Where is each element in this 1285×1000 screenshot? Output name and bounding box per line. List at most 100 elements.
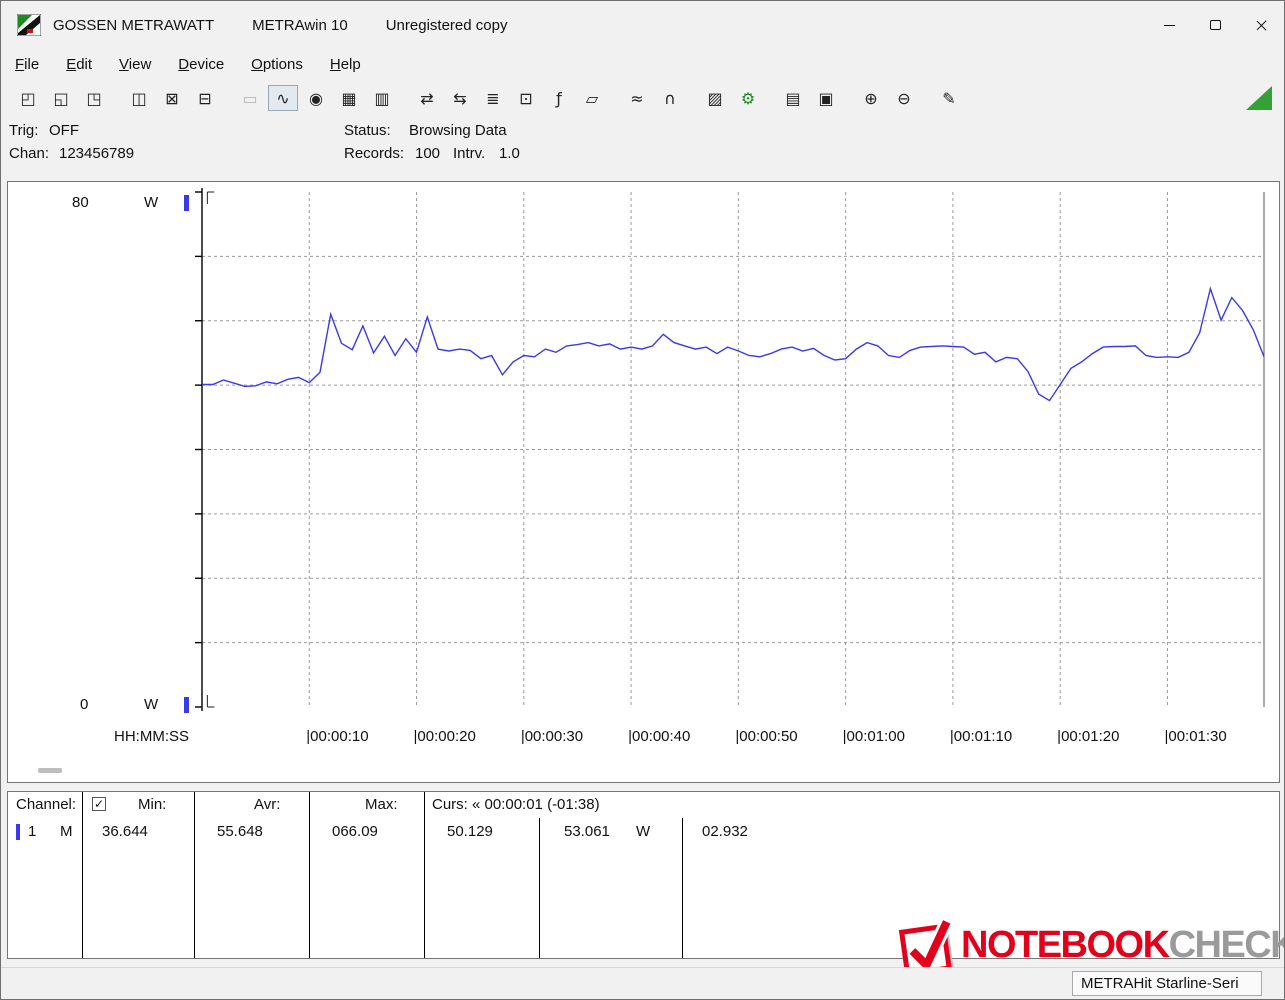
watermark-text-primary: NOTEBOOK	[961, 924, 1169, 966]
menu-edit[interactable]: Edit	[66, 56, 92, 73]
dual-trace-icon[interactable]: ≈	[622, 85, 652, 111]
interval-value: 1.0	[499, 145, 520, 162]
toolbar-group: ▭∿◉▦▥	[235, 85, 397, 111]
card-eject-icon[interactable]: ⊟	[190, 85, 220, 111]
annotation-icon[interactable]: ✎	[934, 85, 964, 111]
cell-delta-value: 02.932	[702, 823, 748, 840]
channel-color-marker-bottom	[184, 697, 189, 713]
toolbar-group: ◫⊠⊟	[124, 85, 220, 111]
menubar: File Edit View Device Options Help	[1, 49, 1284, 80]
toolbar: ◰◱◳ ◫⊠⊟ ▭∿◉▦▥ ⇄⇆≣⊡ƒ▱ ≈∩ ▨⚙ ▤▣ ⊕⊖ ✎	[1, 80, 1284, 116]
app-window: GOSSEN METRAWATT METRAwin 10 Unregistere…	[0, 0, 1285, 1000]
status-label: Status:	[344, 122, 391, 139]
y-axis-unit-top: W	[144, 194, 158, 211]
toolbar-group: ◰◱◳	[13, 85, 109, 111]
trigger-value: OFF	[49, 122, 79, 139]
receive-from-device-icon[interactable]: ⇆	[445, 85, 475, 111]
menu-options[interactable]: Options	[251, 56, 303, 73]
minimize-button[interactable]	[1146, 1, 1192, 49]
watermark-text-secondary: CHECK	[1169, 924, 1285, 966]
menu-device[interactable]: Device	[178, 56, 224, 73]
channel-label: Chan:	[9, 145, 49, 162]
y-axis-unit-bottom: W	[144, 696, 158, 713]
memory-read-icon[interactable]: ≣	[478, 85, 508, 111]
window-controls	[1146, 1, 1284, 49]
cell-max-value: 066.09	[332, 823, 378, 840]
toolbar-group: ▨⚙	[700, 85, 763, 111]
cell-channel-number: 1	[28, 823, 36, 840]
statusbar: METRAHit Starline-Seri	[1, 967, 1284, 999]
zoom-out-icon[interactable]: ⊖	[889, 85, 919, 111]
menu-view[interactable]: View	[119, 56, 151, 73]
status-value: Browsing Data	[409, 122, 507, 139]
checkbox-check-icon: ✓	[94, 797, 104, 811]
toolbar-group: ≈∩	[622, 85, 685, 111]
table-view-icon[interactable]: ▦	[334, 85, 364, 111]
col-header-avr: Avr:	[254, 796, 280, 813]
monitor-view-icon[interactable]: ⊡	[511, 85, 541, 111]
menu-help[interactable]: Help	[330, 56, 361, 73]
resize-grip-icon[interactable]	[1246, 86, 1272, 110]
channel-color-marker-top	[184, 195, 189, 211]
open-data-icon[interactable]: ◳	[79, 85, 109, 111]
col-header-min: Min:	[138, 796, 166, 813]
print-preview-icon[interactable]: ▤	[778, 85, 808, 111]
print-icon[interactable]: ▣	[811, 85, 841, 111]
open-setup-icon[interactable]: ◰	[13, 85, 43, 111]
export-icon[interactable]: ▨	[700, 85, 730, 111]
interval-label: Intrv.	[453, 145, 485, 162]
table-divider	[309, 792, 310, 958]
channel-color-bar	[16, 824, 20, 840]
toolbar-group: ⇄⇆≣⊡ƒ▱	[412, 85, 607, 111]
close-icon	[1255, 19, 1268, 32]
card-erase-icon[interactable]: ⊠	[157, 85, 187, 111]
table-divider	[682, 818, 683, 958]
zoom-in-icon[interactable]: ⊕	[856, 85, 886, 111]
status-info-panel: Trig: OFF Chan: 123456789 Status: Browsi…	[1, 116, 1284, 174]
cell-channel-mode: M	[60, 823, 73, 840]
close-button[interactable]	[1238, 1, 1284, 49]
menu-file[interactable]: File	[15, 56, 39, 73]
maximize-button[interactable]	[1192, 1, 1238, 49]
titlebar-app-name: GOSSEN METRAWATT	[53, 17, 214, 34]
horizontal-scrollbar-thumb[interactable]	[38, 768, 62, 773]
cell-min-value: 36.644	[102, 823, 148, 840]
col-header-max: Max:	[365, 796, 398, 813]
send-to-device-icon[interactable]: ⇄	[412, 85, 442, 111]
bargraph-view-icon[interactable]: ▥	[367, 85, 397, 111]
settings-gear-icon[interactable]: ⚙	[733, 85, 763, 111]
channel-value: 123456789	[59, 145, 134, 162]
col-header-cursor: Curs: « 00:00:01 (-01:38)	[432, 796, 600, 813]
app-logo-icon	[17, 14, 41, 36]
envelope-icon[interactable]: ∩	[655, 85, 685, 111]
analog-view-icon[interactable]: ◉	[301, 85, 331, 111]
trigger-label: Trig:	[9, 122, 38, 139]
table-divider	[424, 792, 425, 958]
screen-copy-icon[interactable]: ▱	[577, 85, 607, 111]
device-name-box: METRAHit Starline-Seri	[1072, 971, 1262, 996]
trend-view-icon[interactable]: ∿	[268, 85, 298, 111]
table-divider	[539, 818, 540, 958]
maximize-icon	[1210, 20, 1221, 30]
minimize-icon	[1164, 25, 1175, 26]
titlebar: GOSSEN METRAWATT METRAwin 10 Unregistere…	[1, 1, 1284, 49]
cell-cursor2-value: 53.061	[564, 823, 610, 840]
toolbar-group: ⊕⊖	[856, 85, 919, 111]
toolbar-group: ✎	[934, 85, 964, 111]
titlebar-product-name: METRAwin 10	[252, 17, 348, 34]
records-label: Records:	[344, 145, 404, 162]
cell-unit: W	[636, 823, 650, 840]
table-divider	[82, 792, 83, 958]
cell-cursor1-value: 50.129	[447, 823, 493, 840]
chart-plot[interactable]	[8, 182, 1279, 782]
titlebar-license-notice: Unregistered copy	[386, 17, 508, 34]
power-trace-line	[202, 289, 1264, 401]
toolbar-group: ▤▣	[778, 85, 841, 111]
channel-visibility-checkbox[interactable]: ✓	[92, 797, 106, 811]
save-setup-icon[interactable]: ◱	[46, 85, 76, 111]
card-read-icon[interactable]: ◫	[124, 85, 154, 111]
chart-panel: 80 W 0 W HH:MM:SS |00:00:10|00:00:20|00:…	[7, 181, 1280, 783]
records-value: 100	[415, 145, 440, 162]
formula-icon[interactable]: ƒ	[544, 85, 574, 111]
cell-avr-value: 55.648	[217, 823, 263, 840]
